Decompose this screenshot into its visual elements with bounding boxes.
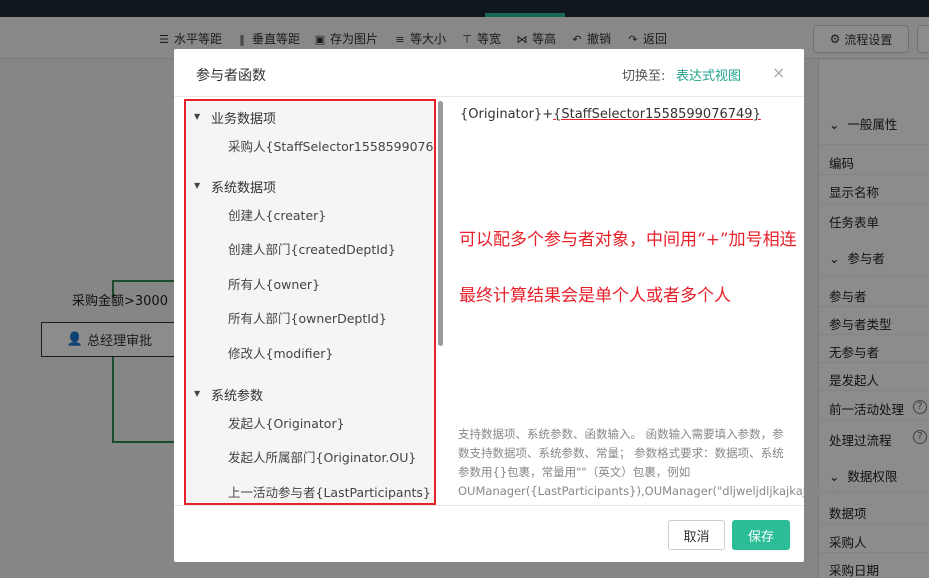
tree-item[interactable]: 所有人{owner} (228, 274, 320, 293)
annotation-note-1: 可以配多个参与者对象，中间用“+”加号相连 (459, 230, 797, 250)
tree-item[interactable]: 发起人所属部门{Originator.OU} (228, 447, 416, 466)
tree-item[interactable]: 创建人部门{createdDeptId} (228, 239, 396, 258)
tree-item[interactable]: 修改人{modifier} (228, 343, 333, 362)
tree-item[interactable]: 上一活动参与者{LastParticipants} (228, 482, 431, 501)
caret-down-icon[interactable]: ▼ (194, 181, 200, 190)
expression-editor[interactable]: {Originator}+{StaffSelector1558599076749… (460, 107, 761, 122)
close-icon[interactable]: × (772, 63, 785, 82)
tree-item[interactable]: 发起人{Originator} (228, 413, 345, 432)
save-button[interactable]: 保存 (732, 520, 790, 550)
expression-view-link[interactable]: 表达式视图 (676, 65, 741, 84)
annotation-note-2: 最终计算结果会是单个人或者多个人 (459, 286, 731, 306)
dialog-header: 参与者函数 切换至: 表达式视图 × (174, 49, 804, 97)
switch-label: 切换至: (622, 69, 666, 84)
dialog-title: 参与者函数 (196, 68, 266, 84)
tree-group-system-params[interactable]: 系统参数 (211, 385, 263, 404)
help-text: 支持数据项、系统参数、函数输入。 函数输入需要填入参数，参数支持数据项、系统参数… (458, 427, 857, 498)
tree-group-system-data[interactable]: 系统数据项 (211, 177, 276, 196)
caret-down-icon[interactable]: ▼ (194, 112, 200, 121)
tree-group-business-data[interactable]: 业务数据项 (211, 108, 276, 127)
dialog-footer: 取消 保存 (174, 505, 804, 562)
caret-down-icon[interactable]: ▼ (194, 389, 200, 398)
tree-item[interactable]: 创建人{creater} (228, 205, 326, 224)
cancel-button[interactable]: 取消 (668, 520, 725, 550)
function-tree: ▼ 业务数据项 采购人{StaffSelector1558599076749} … (184, 99, 436, 505)
tree-item[interactable]: 所有人部门{ownerDeptId} (228, 308, 387, 327)
tree-scrollbar[interactable] (438, 101, 443, 346)
tree-item[interactable]: 采购人{StaffSelector1558599076749} (228, 136, 434, 155)
